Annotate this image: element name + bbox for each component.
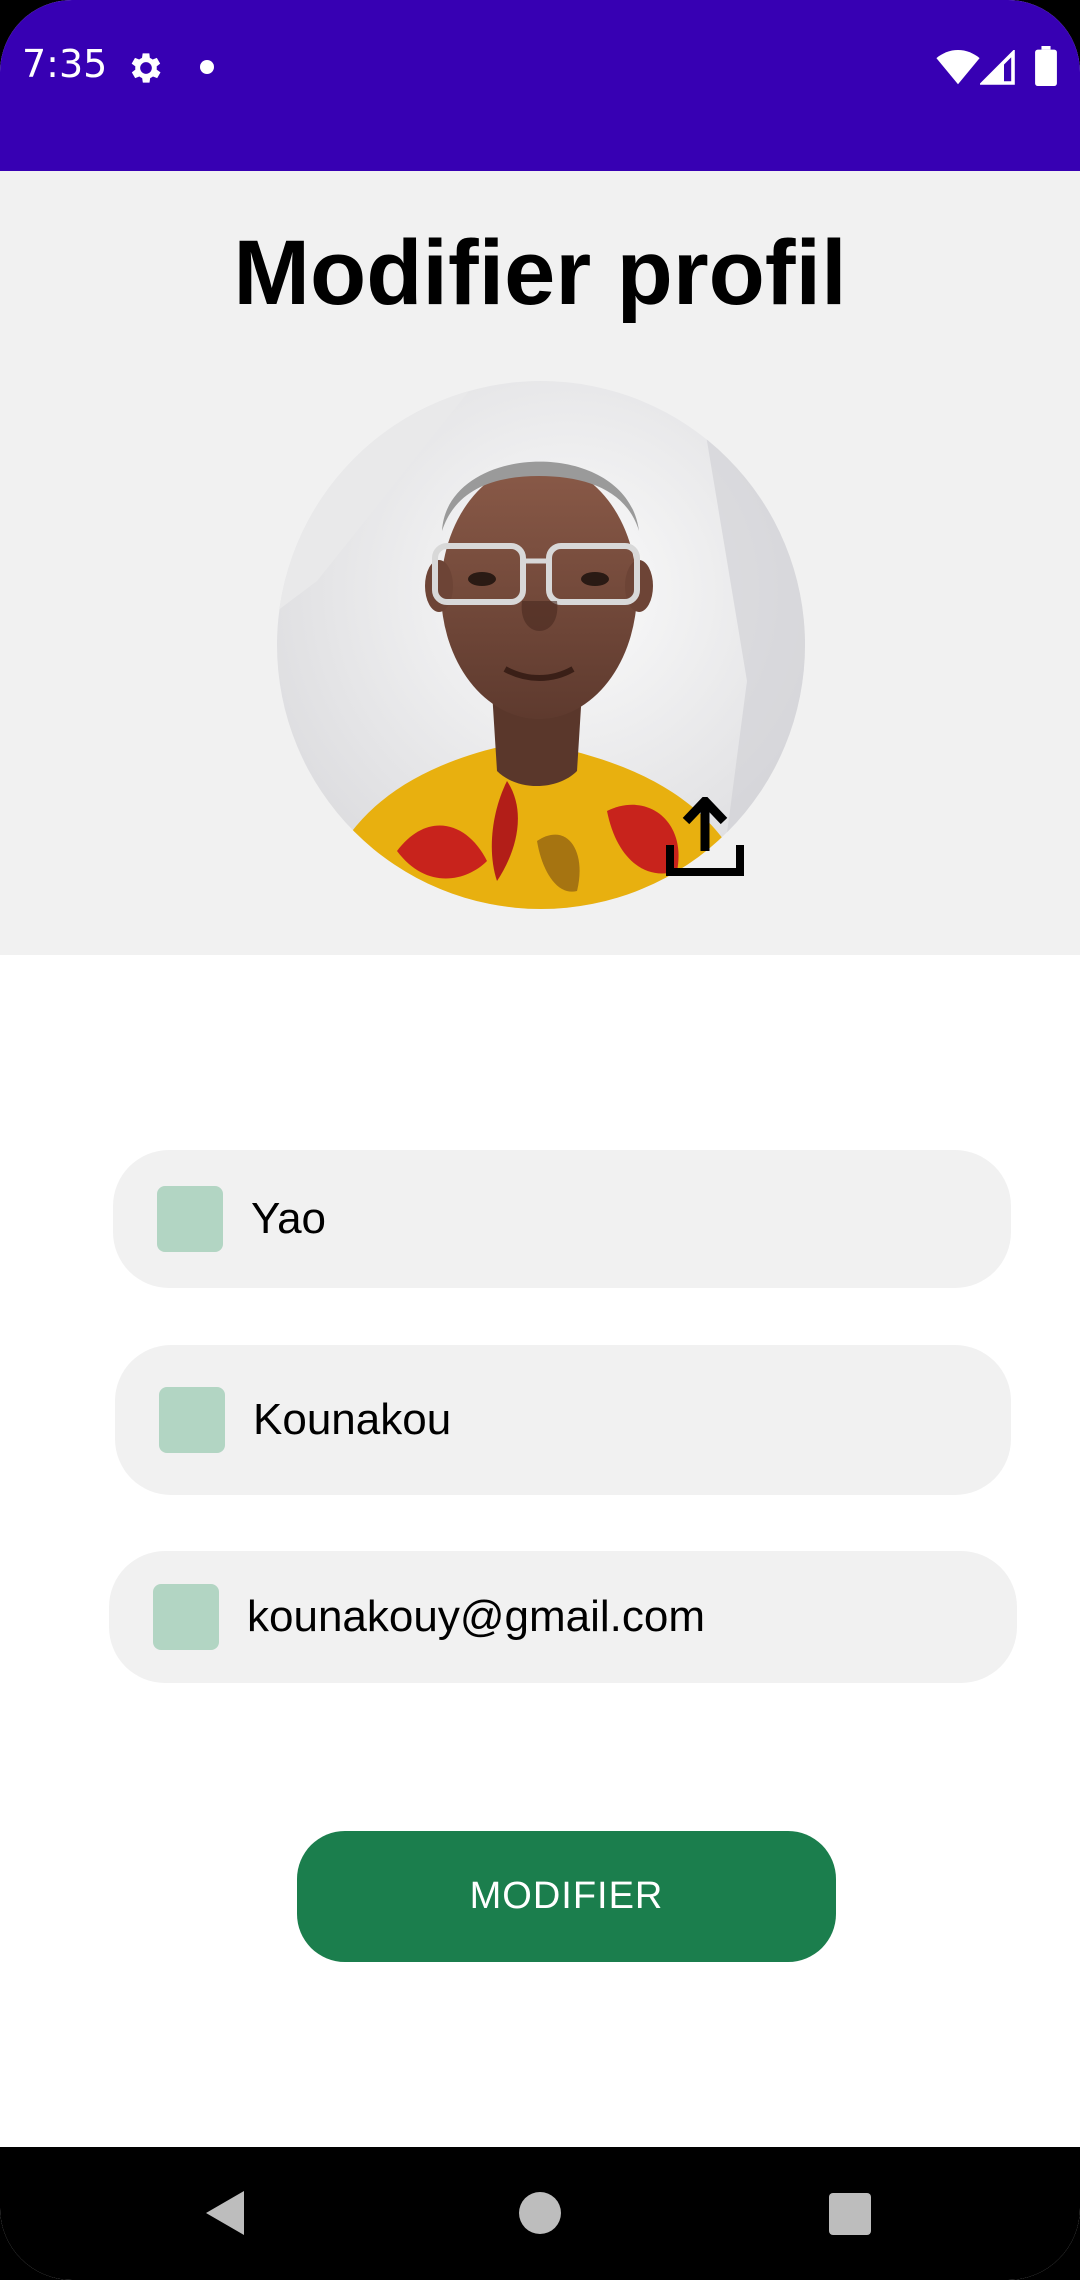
status-bar: 7:35 bbox=[0, 0, 1080, 171]
notification-dot-icon bbox=[200, 60, 214, 74]
battery-icon bbox=[1035, 46, 1057, 86]
upload-icon[interactable] bbox=[666, 797, 744, 877]
wifi-icon bbox=[936, 50, 980, 85]
person-icon bbox=[159, 1387, 225, 1453]
email-input[interactable] bbox=[247, 1587, 947, 1647]
email-field[interactable] bbox=[109, 1551, 1017, 1683]
last-name-field[interactable] bbox=[115, 1345, 1011, 1495]
app-screen: 7:35 Modifier profil Yao Kounakou kounak… bbox=[0, 0, 1080, 2280]
page-title: Modifier profil bbox=[233, 222, 847, 324]
navigation-bar bbox=[0, 2147, 1080, 2280]
signal-icon bbox=[980, 50, 1015, 85]
modifier-button[interactable]: MODIFIER bbox=[297, 1831, 836, 1962]
person-icon bbox=[157, 1186, 223, 1252]
email-icon bbox=[153, 1584, 219, 1650]
back-icon[interactable] bbox=[204, 2189, 248, 2237]
home-icon[interactable] bbox=[519, 2192, 561, 2234]
status-time: 7:35 bbox=[22, 42, 108, 86]
gear-icon bbox=[131, 53, 161, 83]
first-name-input[interactable] bbox=[251, 1189, 951, 1249]
last-name-input[interactable] bbox=[253, 1390, 953, 1450]
recents-icon[interactable] bbox=[829, 2193, 871, 2235]
profile-header: Modifier profil bbox=[0, 171, 1080, 955]
first-name-field[interactable] bbox=[113, 1150, 1011, 1288]
